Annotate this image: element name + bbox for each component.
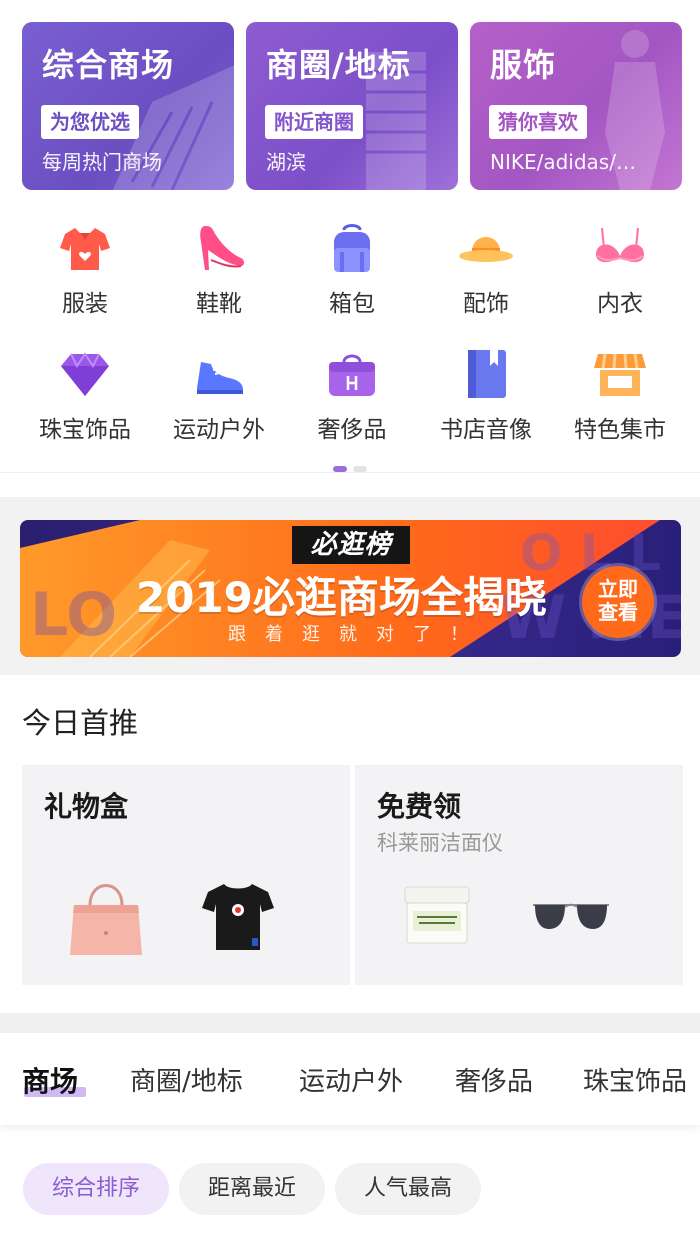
tab-mall[interactable]: 商场 <box>22 1060 78 1100</box>
top-feature-cards: 综合商场 为您优选 每周热门商场 商圈/地标 附近商圈 湖滨 服饰 猜你喜欢 N… <box>22 22 682 190</box>
recommend-card-subtitle: 科莱丽洁面仪 <box>377 831 503 855</box>
card-tag: 猜你喜欢 <box>489 105 587 139</box>
tab-sports-outdoor[interactable]: 运动户外 <box>299 1061 403 1098</box>
sunglasses-image <box>533 903 609 929</box>
bra-icon <box>596 227 644 263</box>
book-icon <box>468 350 506 398</box>
card-apparel[interactable]: 服饰 猜你喜欢 NIKE/adidas/… <box>470 22 682 190</box>
card-district-landmark[interactable]: 商圈/地标 附近商圈 湖滨 <box>246 22 458 190</box>
category-item-books[interactable]: 书店音像 <box>416 338 556 448</box>
card-mall[interactable]: 综合商场 为您优选 每周热门商场 <box>22 22 234 190</box>
category-item-underwear[interactable]: 内衣 <box>550 212 690 322</box>
category-item-shoes[interactable]: 鞋靴 <box>149 212 289 322</box>
category-label: 珠宝饰品 <box>39 417 131 443</box>
category-item-sports[interactable]: 运动户外 <box>149 338 289 448</box>
category-label: 特色集市 <box>574 417 666 443</box>
shirt-icon <box>60 228 110 270</box>
recommend-card-free-gift[interactable]: 免费领 科莱丽洁面仪 <box>355 765 683 985</box>
category-item-bags[interactable]: 箱包 <box>282 212 422 322</box>
recommend-card-title: 免费领 <box>377 790 462 823</box>
category-item-market[interactable]: 特色集市 <box>550 338 690 448</box>
banner-view-button[interactable]: 立即查看 <box>582 566 654 638</box>
card-tag: 为您优选 <box>41 105 139 139</box>
tab-district-landmark[interactable]: 商圈/地标 <box>130 1061 243 1098</box>
category-item-luxury[interactable]: 奢侈品 <box>282 338 422 448</box>
card-title: 服饰 <box>490 46 557 84</box>
category-label: 内衣 <box>597 291 643 317</box>
sort-chip-comprehensive[interactable]: 综合排序 <box>23 1163 169 1215</box>
recommend-card-gift-box[interactable]: 礼物盒 <box>22 765 350 985</box>
category-label: 奢侈品 <box>317 417 387 443</box>
category-label: 鞋靴 <box>196 291 242 317</box>
card-title: 综合商场 <box>42 46 175 84</box>
sort-chip-popular[interactable]: 人气最高 <box>335 1163 481 1215</box>
card-subtitle: NIKE/adidas/… <box>490 150 636 174</box>
cream-jar-image <box>404 886 470 944</box>
divider <box>0 472 700 473</box>
section-divider <box>0 1013 700 1033</box>
banner-subtitle: 跟着逛就对了！ <box>228 624 487 645</box>
recommend-card-title: 礼物盒 <box>44 790 129 823</box>
card-subtitle: 湖滨 <box>266 150 306 174</box>
category-item-accessories[interactable]: 配饰 <box>416 212 556 322</box>
category-item-apparel[interactable]: 服装 <box>15 212 155 322</box>
category-label: 配饰 <box>463 291 509 317</box>
tab-luxury[interactable]: 奢侈品 <box>455 1061 533 1098</box>
hat-icon <box>459 237 513 262</box>
sneaker-icon <box>197 362 243 394</box>
luxury-bag-icon <box>329 354 375 396</box>
market-stall-icon <box>594 353 646 396</box>
category-tabs: 商场 商圈/地标 运动户外 奢侈品 珠宝饰品 <box>0 1033 700 1125</box>
category-label: 运动户外 <box>173 417 265 443</box>
card-tag: 附近商圈 <box>265 105 363 139</box>
handbag-image <box>70 884 142 955</box>
sort-chip-nearest[interactable]: 距离最近 <box>179 1163 325 1215</box>
category-label: 服装 <box>62 291 108 317</box>
promo-banner[interactable]: LO W ME O L L O 必逛榜 2019必逛商场全揭晓 跟着逛就对了！ … <box>20 520 681 657</box>
section-title: 今日首推 <box>22 706 139 740</box>
backpack-icon <box>334 224 370 272</box>
banner-tag: 必逛榜 <box>292 526 410 564</box>
high-heel-icon <box>200 226 244 270</box>
tab-jewelry[interactable]: 珠宝饰品 <box>583 1061 687 1098</box>
category-label: 箱包 <box>329 291 375 317</box>
diamond-icon <box>61 352 109 396</box>
banner-title: 2019必逛商场全揭晓 <box>136 573 547 622</box>
banner-button-label: 立即查看 <box>598 577 638 624</box>
card-title: 商圈/地标 <box>266 46 411 84</box>
svg-text:LO: LO <box>30 580 117 650</box>
card-subtitle: 每周热门商场 <box>42 150 162 174</box>
category-item-jewelry[interactable]: 珠宝饰品 <box>15 338 155 448</box>
tshirt-image <box>202 884 274 950</box>
category-label: 书店音像 <box>440 417 532 443</box>
